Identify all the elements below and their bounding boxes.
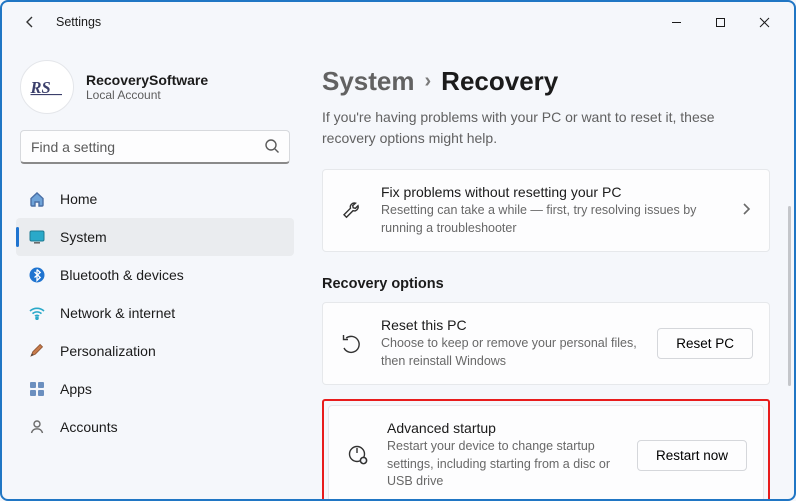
- restart-now-button[interactable]: Restart now: [637, 440, 747, 471]
- advanced-startup-card: Advanced startup Restart your device to …: [328, 405, 764, 499]
- avatar: RS: [20, 60, 74, 114]
- sidebar-item-apps[interactable]: Apps: [16, 370, 294, 408]
- card-desc: Restart your device to change startup se…: [387, 438, 621, 491]
- main-panel: System › Recovery If you're having probl…: [302, 42, 794, 499]
- sidebar-item-label: System: [60, 229, 107, 245]
- search-wrap: [20, 130, 290, 164]
- section-header: Recovery options: [322, 276, 770, 292]
- card-body: Advanced startup Restart your device to …: [387, 420, 621, 491]
- breadcrumb: System › Recovery: [322, 66, 770, 97]
- sidebar-item-label: Accounts: [60, 419, 118, 435]
- sidebar-item-label: Apps: [60, 381, 92, 397]
- scrollbar[interactable]: [788, 206, 791, 386]
- wifi-icon: [28, 304, 46, 322]
- breadcrumb-parent[interactable]: System: [322, 66, 415, 97]
- account-block[interactable]: RS RecoverySoftware Local Account: [16, 54, 294, 130]
- maximize-icon: [715, 17, 726, 28]
- content-area: RS RecoverySoftware Local Account Home: [2, 42, 794, 499]
- sidebar-item-label: Home: [60, 191, 97, 207]
- bluetooth-icon: [28, 266, 46, 284]
- sidebar: RS RecoverySoftware Local Account Home: [2, 42, 302, 499]
- apps-icon: [28, 380, 46, 398]
- nav: Home System Bluetooth & devices Network …: [16, 180, 294, 446]
- window-controls: [654, 7, 786, 37]
- avatar-logo-icon: RS: [29, 76, 65, 98]
- fix-problems-card[interactable]: Fix problems without resetting your PC R…: [322, 169, 770, 252]
- power-gear-icon: [345, 442, 371, 468]
- sidebar-item-home[interactable]: Home: [16, 180, 294, 218]
- person-icon: [28, 418, 46, 436]
- chevron-right-icon: [739, 202, 753, 219]
- minimize-button[interactable]: [654, 7, 698, 37]
- card-desc: Choose to keep or remove your personal f…: [381, 335, 641, 370]
- account-name: RecoverySoftware: [86, 72, 208, 88]
- chevron-right-icon: ›: [425, 70, 432, 93]
- sidebar-item-label: Personalization: [60, 343, 156, 359]
- reset-icon: [339, 331, 365, 357]
- search-icon: [264, 138, 280, 157]
- highlight-box: Advanced startup Restart your device to …: [322, 399, 770, 499]
- sidebar-item-label: Bluetooth & devices: [60, 267, 184, 283]
- card-title: Fix problems without resetting your PC: [381, 184, 723, 200]
- window-title: Settings: [56, 15, 101, 29]
- card-body: Fix problems without resetting your PC R…: [381, 184, 723, 237]
- account-type: Local Account: [86, 88, 208, 102]
- maximize-button[interactable]: [698, 7, 742, 37]
- reset-pc-card: Reset this PC Choose to keep or remove y…: [322, 302, 770, 385]
- close-button[interactable]: [742, 7, 786, 37]
- sidebar-item-system[interactable]: System: [16, 218, 294, 256]
- page-title: Recovery: [441, 66, 558, 97]
- close-icon: [759, 17, 770, 28]
- sidebar-item-bluetooth[interactable]: Bluetooth & devices: [16, 256, 294, 294]
- arrow-left-icon: [22, 14, 38, 30]
- settings-window: Settings RS RecoverySoftware Local Accou…: [0, 0, 796, 501]
- account-text: RecoverySoftware Local Account: [86, 72, 208, 102]
- card-title: Reset this PC: [381, 317, 641, 333]
- search-input[interactable]: [20, 130, 290, 164]
- minimize-icon: [671, 17, 682, 28]
- paintbrush-icon: [28, 342, 46, 360]
- card-title: Advanced startup: [387, 420, 621, 436]
- sidebar-item-personalization[interactable]: Personalization: [16, 332, 294, 370]
- sidebar-item-accounts[interactable]: Accounts: [16, 408, 294, 446]
- reset-pc-button[interactable]: Reset PC: [657, 328, 753, 359]
- intro-text: If you're having problems with your PC o…: [322, 107, 770, 149]
- card-desc: Resetting can take a while — first, try …: [381, 202, 723, 237]
- titlebar: Settings: [2, 2, 794, 42]
- sidebar-item-label: Network & internet: [60, 305, 175, 321]
- back-button[interactable]: [16, 8, 44, 36]
- home-icon: [28, 190, 46, 208]
- card-body: Reset this PC Choose to keep or remove y…: [381, 317, 641, 370]
- system-icon: [28, 228, 46, 246]
- wrench-icon: [339, 198, 365, 224]
- sidebar-item-network[interactable]: Network & internet: [16, 294, 294, 332]
